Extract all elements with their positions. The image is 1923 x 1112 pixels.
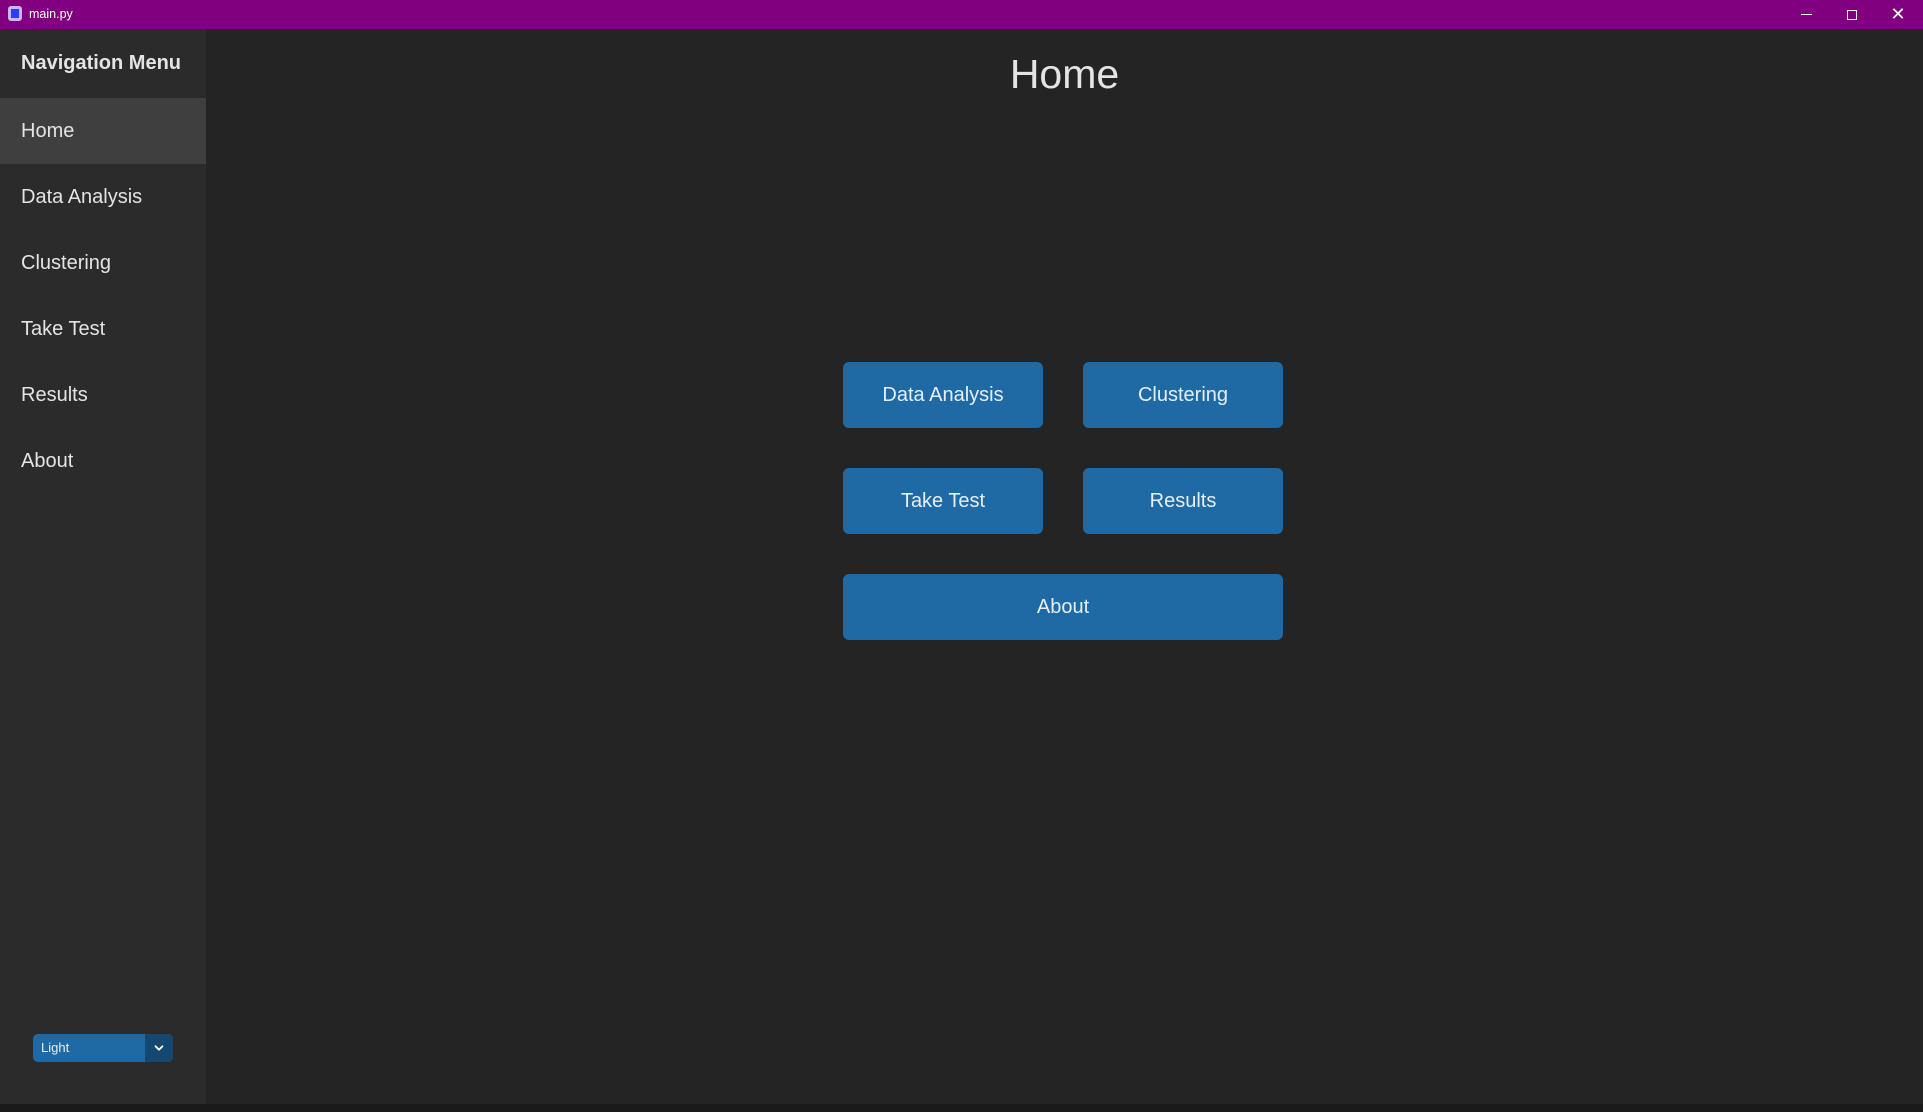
- sidebar-item-label: Results: [21, 383, 88, 406]
- close-button[interactable]: ✕: [1875, 0, 1921, 29]
- maximize-icon: [1847, 9, 1857, 20]
- window-bottom-edge: [0, 1104, 1923, 1112]
- data-analysis-button[interactable]: Data Analysis: [843, 362, 1043, 428]
- sidebar-item-label: Take Test: [21, 317, 106, 340]
- sidebar: Navigation Menu Home Data Analysis Clust…: [0, 29, 206, 1104]
- sidebar-item-about[interactable]: About: [0, 428, 206, 494]
- window-title: main.py: [29, 7, 73, 21]
- sidebar-item-label: About: [21, 449, 74, 472]
- appearance-mode-value: Light: [41, 1040, 70, 1055]
- minimize-button[interactable]: [1783, 0, 1829, 29]
- take-test-button[interactable]: Take Test: [843, 468, 1043, 534]
- appearance-mode-dropdown[interactable]: Light: [33, 1034, 173, 1062]
- about-button[interactable]: About: [843, 574, 1283, 640]
- sidebar-item-clustering[interactable]: Clustering: [0, 230, 206, 296]
- close-icon: ✕: [1890, 3, 1906, 25]
- app-icon: [8, 6, 22, 21]
- clustering-button[interactable]: Clustering: [1083, 362, 1283, 428]
- sidebar-item-results[interactable]: Results: [0, 362, 206, 428]
- title-bar[interactable]: main.py ✕: [0, 0, 1923, 29]
- sidebar-item-label: Clustering: [21, 251, 112, 274]
- appearance-dropdown-arrow[interactable]: [145, 1034, 173, 1062]
- sidebar-item-take-test[interactable]: Take Test: [0, 296, 206, 362]
- page-title: Home: [1009, 51, 1120, 97]
- results-button[interactable]: Results: [1083, 468, 1283, 534]
- sidebar-item-data-analysis[interactable]: Data Analysis: [0, 164, 206, 230]
- chevron-down-icon: [154, 1045, 164, 1051]
- app-window: main.py ✕ Navigation Menu Home Data Anal…: [0, 0, 1923, 1112]
- sidebar-item-home[interactable]: Home: [0, 98, 206, 164]
- sidebar-title: Navigation Menu: [21, 52, 182, 74]
- maximize-button[interactable]: [1829, 0, 1875, 29]
- minimize-icon: [1800, 14, 1812, 15]
- sidebar-item-label: Data Analysis: [21, 185, 143, 208]
- sidebar-item-label: Home: [21, 119, 75, 142]
